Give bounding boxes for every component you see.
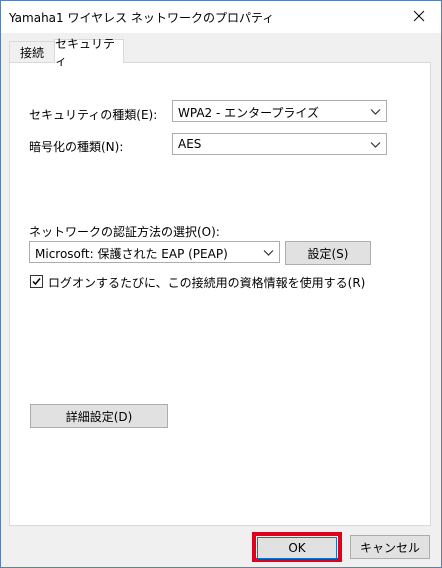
auth-method-label: ネットワークの認証方法の選択(O): — [29, 225, 220, 239]
tab-label: セキュリティ — [55, 36, 116, 68]
security-type-value: WPA2 - エンタープライズ — [178, 106, 320, 120]
encryption-type-select[interactable]: AES — [172, 133, 387, 155]
checkmark-icon — [32, 278, 41, 286]
security-panel: セキュリティの種類(E): WPA2 - エンタープライズ 暗号化の種類(N):… — [9, 62, 431, 526]
tab-connection[interactable]: 接続 — [9, 41, 55, 62]
encryption-type-value: AES — [178, 137, 202, 151]
chevron-down-icon — [370, 109, 381, 115]
settings-button[interactable]: 設定(S) — [285, 241, 371, 265]
auth-method-value: Microsoft: 保護された EAP (PEAP) — [35, 247, 228, 261]
remember-credentials-checkbox[interactable] — [30, 275, 43, 288]
close-icon — [413, 10, 425, 22]
ok-button[interactable]: OK — [257, 537, 337, 559]
cancel-button[interactable]: キャンセル — [350, 535, 430, 559]
security-type-select[interactable]: WPA2 - エンタープライズ — [172, 100, 387, 122]
cancel-button-label: キャンセル — [359, 540, 420, 555]
remember-credentials-label: ログオンするたびに、この接続用の資格情報を使用する(R) — [48, 276, 366, 290]
window-title: Yamaha1 ワイヤレス ネットワークのプロパティ — [9, 11, 275, 25]
advanced-settings-button[interactable]: 詳細設定(D) — [30, 404, 168, 428]
properties-dialog: Yamaha1 ワイヤレス ネットワークのプロパティ 接続 セキュリティ セキュ… — [0, 0, 442, 568]
security-type-label: セキュリティの種類(E): — [29, 108, 158, 122]
title-bar: Yamaha1 ワイヤレス ネットワークのプロパティ — [1, 1, 441, 33]
ok-button-label: OK — [288, 541, 306, 555]
chevron-down-icon — [263, 250, 274, 256]
settings-button-label: 設定(S) — [307, 246, 349, 261]
advanced-settings-button-label: 詳細設定(D) — [65, 409, 133, 424]
encryption-type-label: 暗号化の種類(N): — [29, 140, 124, 154]
tab-security[interactable]: セキュリティ — [54, 37, 124, 68]
tab-label: 接続 — [19, 45, 44, 60]
auth-method-select[interactable]: Microsoft: 保護された EAP (PEAP) — [29, 241, 280, 263]
tab-strip: 接続 セキュリティ — [9, 37, 433, 68]
close-button[interactable] — [397, 1, 441, 31]
chevron-down-icon — [370, 142, 381, 148]
